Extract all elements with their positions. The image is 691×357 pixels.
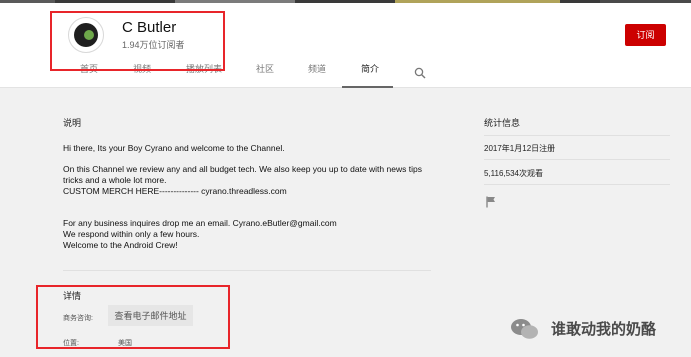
description-line: For any business inquires drop me an ema…: [63, 218, 337, 228]
stats-divider: [484, 159, 670, 160]
active-tab-indicator: [342, 86, 393, 88]
search-icon[interactable]: [414, 67, 426, 79]
flag-icon[interactable]: [486, 196, 496, 208]
description-line: Hi there, Its your Boy Cyrano and welcom…: [63, 143, 285, 153]
wechat-icon: [511, 319, 538, 339]
details-highlight-box: [36, 285, 230, 349]
stats-divider: [484, 184, 670, 185]
channel-highlight-box: [50, 11, 225, 71]
description-heading: 说明: [63, 118, 82, 128]
tab-community[interactable]: 社区: [256, 62, 274, 75]
description-line: Welcome to the Android Crew!: [63, 240, 178, 250]
description-line: On this Channel we review any and all bu…: [63, 164, 422, 185]
channel-description: Hi there, Its your Boy Cyrano and welcom…: [63, 143, 443, 251]
subscribe-button[interactable]: 订阅: [625, 24, 666, 46]
tab-about[interactable]: 简介: [361, 62, 379, 75]
tab-channels[interactable]: 频道: [308, 62, 326, 75]
description-line: CUSTOM MERCH HERE-------------- cyrano.t…: [63, 186, 287, 196]
stats-heading: 统计信息: [484, 118, 521, 128]
section-divider: [63, 270, 431, 271]
watermark-text: 谁敢动我的奶酪: [551, 321, 657, 338]
description-line: We respond within only a few hours.: [63, 229, 200, 239]
joined-date: 2017年1月12日注册: [484, 144, 556, 153]
total-views: 5,116,534次观看: [484, 169, 543, 178]
stats-divider: [484, 135, 670, 136]
